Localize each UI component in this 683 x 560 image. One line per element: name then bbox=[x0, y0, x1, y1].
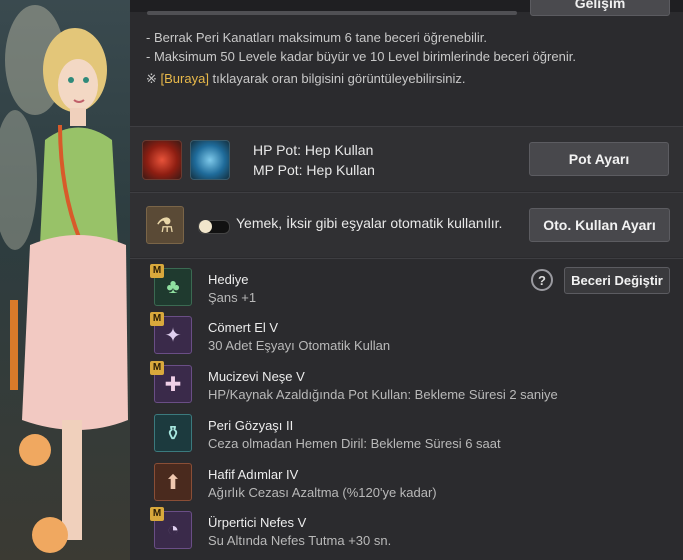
divider bbox=[130, 258, 683, 259]
toggle-knob bbox=[199, 220, 212, 233]
skill-item: ⬆ Hafif Adımlar IV Ağırlık Cezası Azaltm… bbox=[130, 457, 550, 503]
m-badge: M bbox=[150, 264, 164, 278]
fairy-character-art bbox=[0, 0, 130, 560]
tear-vase-icon: ⚱ bbox=[154, 414, 192, 452]
skill-name: Hediye bbox=[208, 272, 249, 287]
change-skill-button[interactable]: Beceri Değiştir bbox=[564, 267, 670, 294]
skill-desc: 30 Adet Eşyayı Otomatik Kullan bbox=[208, 338, 391, 353]
rate-info-note: ※ [Buraya] tıklayarak oran bilgisini gör… bbox=[146, 69, 576, 88]
skill-name: Peri Gözyaşı II bbox=[208, 418, 294, 433]
flask-gear-icon: ⚗ bbox=[146, 206, 184, 244]
info-text: - Berrak Peri Kanatları maksimum 6 tane … bbox=[146, 28, 576, 88]
auto-use-toggle[interactable] bbox=[198, 220, 230, 234]
skill-item: ✚ M Mucizevi Neşe V HP/Kaynak Azaldığınd… bbox=[130, 359, 558, 405]
mp-pot-text: MP Pot: Hep Kullan bbox=[253, 162, 375, 178]
pot-row: HP Pot: Hep Kullan MP Pot: Hep Kullan Po… bbox=[130, 127, 683, 191]
rate-info-link[interactable]: [Buraya] bbox=[161, 71, 209, 86]
pot-settings-button[interactable]: Pot Ayarı bbox=[529, 142, 669, 176]
m-badge: M bbox=[150, 507, 164, 521]
skill-item: ♣ M Hediye Şans +1 bbox=[130, 262, 550, 308]
skill-name: Mucizevi Neşe V bbox=[208, 369, 305, 384]
skill-name: Cömert El V bbox=[208, 320, 279, 335]
skill-item: ✦ M Cömert El V 30 Adet Eşyayı Otomatik … bbox=[130, 310, 550, 356]
skill-desc: Ceza olmadan Hemen Diril: Bekleme Süresi… bbox=[208, 436, 501, 451]
fairy-settings-panel: Gelişim - Berrak Peri Kanatları maksimum… bbox=[130, 0, 683, 560]
note-prefix: ※ bbox=[146, 71, 161, 86]
hp-pot-text: HP Pot: Hep Kullan bbox=[253, 142, 374, 158]
skill-item: ◔ M Ürpertici Nefes V Su Altında Nefes T… bbox=[130, 505, 550, 551]
skill-desc: HP/Kaynak Azaldığında Pot Kullan: Beklem… bbox=[208, 387, 558, 402]
skill-name: Hafif Adımlar IV bbox=[208, 467, 299, 482]
note-suffix: tıklayarak oran bilgisini görüntüleyebil… bbox=[208, 71, 466, 86]
mp-potion-icon bbox=[190, 140, 230, 180]
hp-potion-icon bbox=[142, 140, 182, 180]
skill-desc: Su Altında Nefes Tutma +30 sn. bbox=[208, 533, 392, 548]
pot-status: HP Pot: Hep Kullan MP Pot: Hep Kullan bbox=[253, 140, 375, 180]
auto-use-row: ⚗ Yemek, İksir gibi eşyalar otomatik kul… bbox=[130, 193, 683, 257]
gelisim-button[interactable]: Gelişim bbox=[530, 0, 670, 16]
skill-item: ⚱ Peri Gözyaşı II Ceza olmadan Hemen Dir… bbox=[130, 408, 550, 454]
m-badge: M bbox=[150, 312, 164, 326]
info-line-1: - Berrak Peri Kanatları maksimum 6 tane … bbox=[146, 30, 488, 45]
growth-progress-bar bbox=[147, 11, 517, 15]
auto-use-settings-button[interactable]: Oto. Kullan Ayarı bbox=[529, 208, 670, 242]
info-line-2: - Maksimum 50 Levele kadar büyür ve 10 L… bbox=[146, 49, 576, 64]
auto-use-text: Yemek, İksir gibi eşyalar otomatik kulla… bbox=[236, 215, 503, 231]
m-badge: M bbox=[150, 361, 164, 375]
skill-desc: Ağırlık Cezası Azaltma (%120'ye kadar) bbox=[208, 485, 437, 500]
weight-icon: ⬆ bbox=[154, 463, 192, 501]
skill-name: Ürpertici Nefes V bbox=[208, 515, 307, 530]
skill-desc: Şans +1 bbox=[208, 290, 257, 305]
